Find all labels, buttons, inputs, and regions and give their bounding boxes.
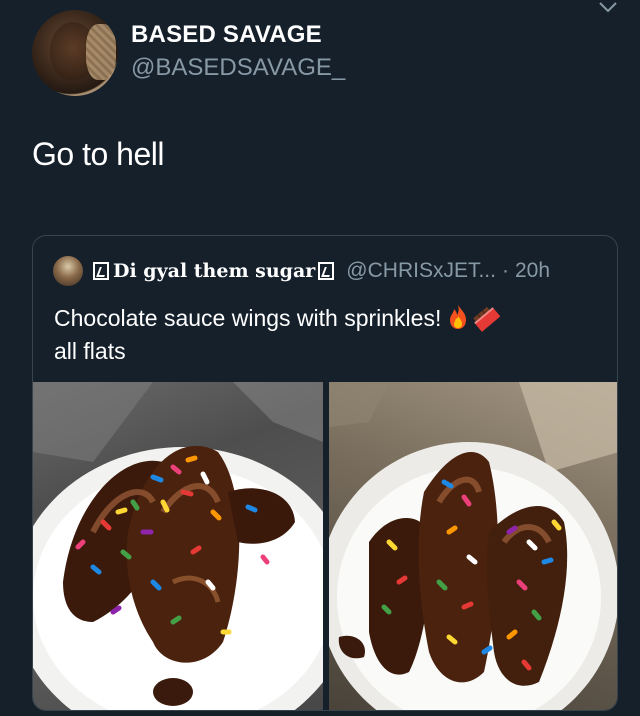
- author-avatar[interactable]: [32, 10, 118, 96]
- quoted-author-avatar: [53, 256, 83, 286]
- box-check-icon: [318, 262, 335, 280]
- quoted-tweet-header: Di gyal them sugar @CHRISxJET... · 20h: [93, 259, 550, 283]
- chevron-down-icon[interactable]: [598, 0, 618, 14]
- quoted-author-display-name: Di gyal them sugar: [113, 260, 316, 282]
- quoted-author-handle: @CHRISxJET...: [346, 259, 496, 282]
- wings-photo-left-art: [33, 382, 323, 710]
- quoted-tweet-text: Chocolate sauce wings with sprinkles! al…: [54, 302, 594, 368]
- author-display-name[interactable]: BASED SAVAGE: [131, 21, 322, 49]
- avatar-emblem: [86, 24, 116, 80]
- quoted-tweet-card[interactable]: Di gyal them sugar @CHRISxJET... · 20h C…: [32, 235, 618, 711]
- box-check-icon: [93, 262, 109, 280]
- quoted-tweet-time: 20h: [514, 259, 551, 282]
- fire-emoji-icon: [450, 305, 467, 329]
- quoted-text-line1: Chocolate sauce wings with sprinkles!: [54, 305, 442, 331]
- wings-photo-right-art: [329, 382, 617, 710]
- quoted-text-line2: all flats: [54, 338, 126, 364]
- author-handle[interactable]: @BASEDSAVAGE_: [131, 54, 345, 82]
- chocolate-bar-icon: [473, 306, 501, 332]
- header-separator: ·: [501, 259, 509, 282]
- tweet-text: Go to hell: [32, 136, 164, 172]
- wings-photo-left[interactable]: [33, 382, 323, 710]
- wings-photo-right[interactable]: [329, 382, 617, 710]
